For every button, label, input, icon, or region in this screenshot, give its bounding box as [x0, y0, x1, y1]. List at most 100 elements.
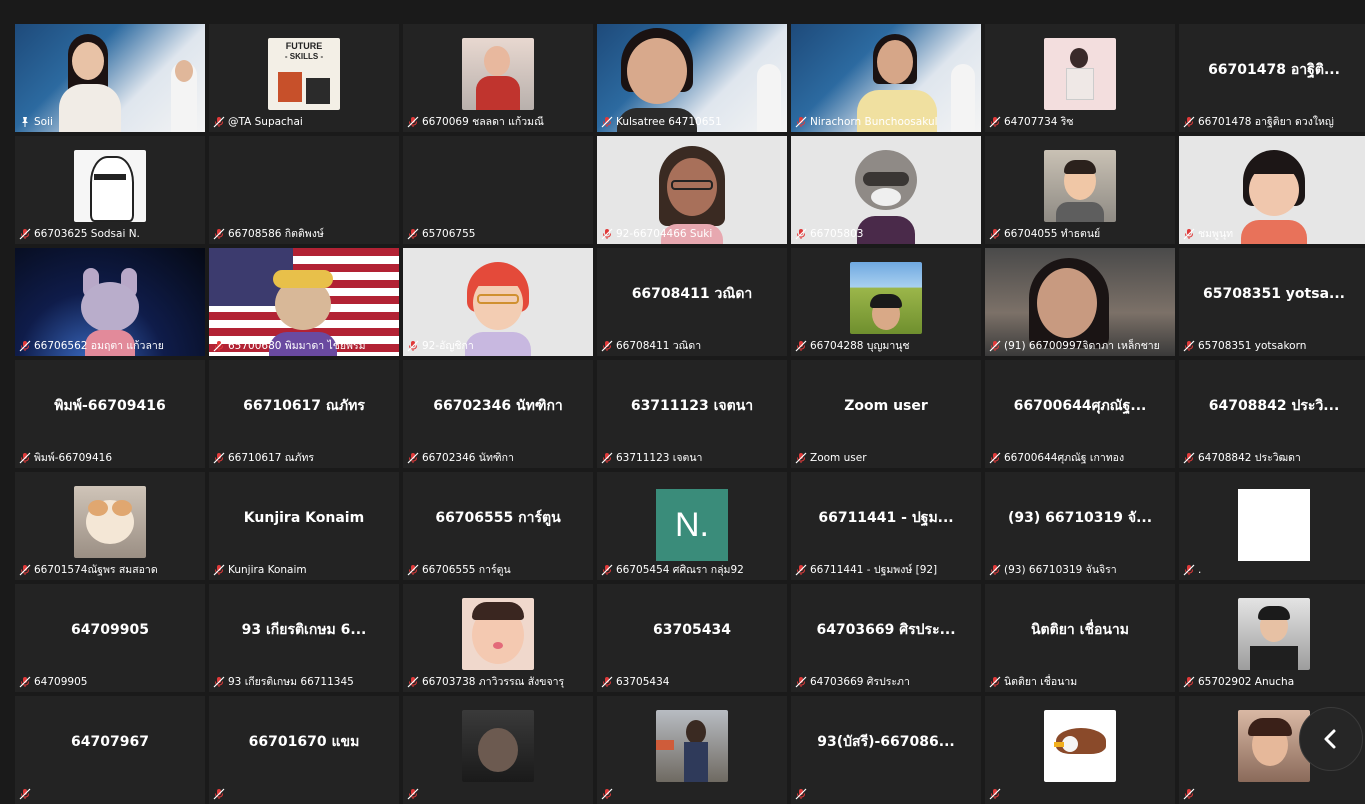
participant-tile[interactable]: 63711123 เจตนา 63711123 เจตนา: [597, 360, 787, 468]
participant-tile[interactable]: [985, 696, 1175, 804]
mic-muted-icon: [795, 788, 807, 800]
participant-tile[interactable]: 93(บัสรี)-667086...: [791, 696, 981, 804]
participant-name-label: 6670069 ชลลดา แก้วมณี: [407, 114, 587, 130]
participant-tile[interactable]: 66710617 ณภัทร 66710617 ณภัทร: [209, 360, 399, 468]
participant-name: 66711441 - ปฐมพงษ์ [92]: [810, 564, 938, 576]
participant-tile[interactable]: 65700680 พิมมาดา ไชยพรม: [209, 248, 399, 356]
participant-tile[interactable]: พิมพ์-66709416 พิมพ์-66709416: [15, 360, 205, 468]
participant-name-label: 65706755: [407, 226, 587, 242]
participant-tile[interactable]: 65702902 Anucha: [1179, 584, 1365, 692]
participant-name-label: [1183, 786, 1363, 802]
participant-tile[interactable]: 66701478 อาฐิติ... 66701478 อาฐิติยา ดวงใ…: [1179, 24, 1365, 132]
participant-tile[interactable]: 66708586 กิตติพงษ์: [209, 136, 399, 244]
participant-name: 66700644ศุภณัฐ เกาทอง: [1004, 452, 1125, 464]
participant-tile[interactable]: .: [1179, 472, 1365, 580]
mic-muted-icon: [19, 788, 31, 800]
participant-tile[interactable]: Nirachorn Bunchoosakul: [791, 24, 981, 132]
participant-tile[interactable]: 64709905 64709905: [15, 584, 205, 692]
participant-name-label: 66701478 อาฐิติยา ดวงใหญ่: [1183, 114, 1363, 130]
participant-name: 93 เกียรติเกษม 66711345: [228, 676, 354, 688]
participant-tile[interactable]: 66703625 Sodsai N.: [15, 136, 205, 244]
participant-tile[interactable]: Zoom user Zoom user: [791, 360, 981, 468]
participant-tile[interactable]: 64707734 ริซ: [985, 24, 1175, 132]
participant-tile[interactable]: 66701670 แขม: [209, 696, 399, 804]
participant-tile[interactable]: 64707967: [15, 696, 205, 804]
participant-avatar: [462, 710, 534, 782]
participant-name: 66704288 บุญมานุช: [810, 340, 910, 352]
participant-tile[interactable]: 66708411 วณิดา 66708411 วณิดา: [597, 248, 787, 356]
participant-name: 66706562 อมฤตา แก้วลาย: [34, 340, 164, 352]
participant-tile[interactable]: 6670069 ชลลดา แก้วมณี: [403, 24, 593, 132]
participant-name: 66701478 อาฐิติยา ดวงใหญ่: [1198, 116, 1334, 128]
participant-tile[interactable]: (93) 66710319 จั... (93) 66710319 จันจิรา: [985, 472, 1175, 580]
participant-tile[interactable]: Kulsatree 64710651: [597, 24, 787, 132]
participant-tile[interactable]: Kunjira Konaim Kunjira Konaim: [209, 472, 399, 580]
participant-name: 92-66704466 Suki: [616, 228, 713, 240]
participant-tile[interactable]: 64703669 ศิรประ... 64703669 ศิรประภา: [791, 584, 981, 692]
participant-display-name: (93) 66710319 จั...: [1007, 510, 1153, 526]
participant-name-label: Zoom user: [795, 450, 975, 466]
mic-muted-icon: [601, 452, 613, 464]
participant-tile[interactable]: 66704055 ทำธตนย์: [985, 136, 1175, 244]
participant-tile[interactable]: 66704288 บุญมานุช: [791, 248, 981, 356]
participant-tile[interactable]: 66700644ศุภณัฐ... 66700644ศุภณัฐ เกาทอง: [985, 360, 1175, 468]
mic-muted-icon: [213, 788, 225, 800]
participant-name-label: [795, 786, 975, 802]
participant-name-label: 66701574ณัฐพร สมสอาด: [19, 562, 199, 578]
participant-tile[interactable]: 65708351 yotsa... 65708351 yotsakorn: [1179, 248, 1365, 356]
mic-muted-icon: [1183, 564, 1195, 576]
mic-muted-icon: [1183, 676, 1195, 688]
participant-name-label: Soii: [19, 114, 199, 130]
participant-name: นิตติยา เชื่อนาม: [1004, 676, 1078, 688]
participant-name: 66708586 กิตติพงษ์: [228, 228, 324, 240]
participant-name-label: 66705803: [795, 226, 975, 242]
participant-display-name: 64707967: [71, 734, 149, 750]
participant-tile[interactable]: 65706755: [403, 136, 593, 244]
participant-name-label: 66704288 บุญมานุช: [795, 338, 975, 354]
mic-muted-icon: [1183, 788, 1195, 800]
mic-muted-icon: [213, 340, 225, 352]
previous-page-button[interactable]: [1299, 707, 1363, 771]
participant-tile[interactable]: นิตติยา เชื่อนาม นิตติยา เชื่อนาม: [985, 584, 1175, 692]
participant-tile[interactable]: N. 66705454 ศศิณรา กลุ่ม92: [597, 472, 787, 580]
mic-muted-icon: [19, 452, 31, 464]
participant-tile[interactable]: 92-อัญชิกา: [403, 248, 593, 356]
participant-avatar: [850, 262, 922, 334]
participant-tile[interactable]: 92-66704466 Suki: [597, 136, 787, 244]
mic-muted-icon: [19, 340, 31, 352]
participant-name-label: 92-อัญชิกา: [407, 338, 587, 354]
participant-tile[interactable]: 63705434 63705434: [597, 584, 787, 692]
participant-avatar: [1238, 489, 1310, 561]
participant-display-name: 63705434: [653, 622, 731, 638]
participant-avatar: FUTURE - SKILLS -: [268, 38, 340, 110]
mic-muted-icon: [795, 676, 807, 688]
participant-display-name: 64709905: [71, 622, 149, 638]
mic-muted-icon: [795, 452, 807, 464]
participant-tile[interactable]: 66711441 - ปฐม... 66711441 - ปฐมพงษ์ [92]: [791, 472, 981, 580]
participant-tile[interactable]: 64708842 ประวิ... 64708842 ประวิฒดา: [1179, 360, 1365, 468]
participant-name: ชมพูนุท: [1198, 228, 1234, 240]
participant-display-name: 66702346 นัทฑิกา: [433, 398, 563, 414]
participant-tile[interactable]: [403, 696, 593, 804]
participant-tile[interactable]: 66703738 ภาวิวรรณ สังขจารุ: [403, 584, 593, 692]
participant-tile[interactable]: 93 เกียรติเกษม 6... 93 เกียรติเกษม 667113…: [209, 584, 399, 692]
participant-name: Kunjira Konaim: [228, 564, 307, 576]
participant-tile[interactable]: 66705803: [791, 136, 981, 244]
participant-avatar: [1044, 38, 1116, 110]
participant-name: 66701574ณัฐพร สมสอาด: [34, 564, 158, 576]
mic-muted-icon: [795, 116, 807, 128]
participant-tile[interactable]: (91) 66700997จิดาภา เหล็กชาย: [985, 248, 1175, 356]
participant-name: 66705803: [810, 228, 864, 240]
participant-name: 63711123 เจตนา: [616, 452, 703, 464]
participant-tile[interactable]: 66706555 การ์ตูน 66706555 การ์ตูน: [403, 472, 593, 580]
participant-tile[interactable]: Soii: [15, 24, 205, 132]
participant-display-name: 66708411 วณิดา: [631, 286, 753, 302]
participant-tile[interactable]: 66706562 อมฤตา แก้วลาย: [15, 248, 205, 356]
chevron-left-icon: [1324, 729, 1336, 749]
participant-tile[interactable]: 66701574ณัฐพร สมสอาด: [15, 472, 205, 580]
participant-tile[interactable]: 66702346 นัทฑิกา 66702346 นัทฑิกา: [403, 360, 593, 468]
participant-tile[interactable]: FUTURE - SKILLS - @TA Supachai: [209, 24, 399, 132]
participant-display-name: 66706555 การ์ตูน: [435, 510, 561, 526]
participant-tile[interactable]: [597, 696, 787, 804]
participant-tile[interactable]: ชมพูนุท: [1179, 136, 1365, 244]
